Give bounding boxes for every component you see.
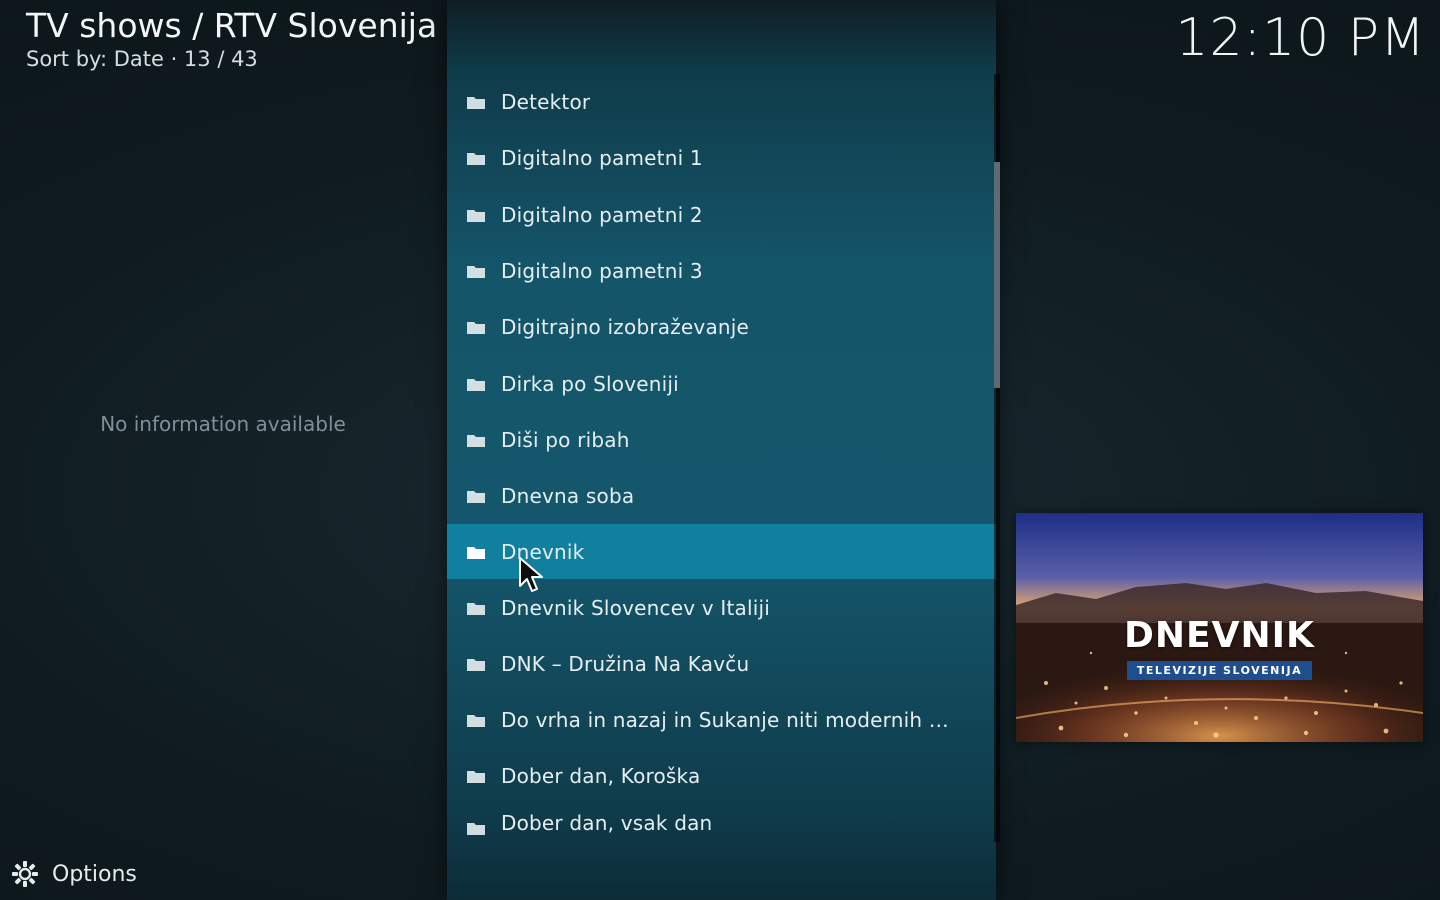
options-button[interactable]: Options (10, 857, 137, 891)
folder-icon (467, 491, 485, 504)
folder-icon (467, 209, 485, 222)
folder-icon (467, 434, 485, 447)
list-panel: Detektor Digitalno pametni 1 Digitalno p… (447, 0, 996, 900)
list-item[interactable]: DNK – Družina Na Kavču (447, 636, 996, 692)
folder-icon (467, 266, 485, 279)
list-item-label: DNK – Družina Na Kavču (501, 651, 750, 676)
list-item-label: Dober dan, vsak dan (501, 810, 713, 835)
thumbnail-subtitle-text: TELEVIZIJE SLOVENIJA (1126, 661, 1313, 680)
gear-icon (12, 861, 38, 887)
list-item[interactable]: Do vrha in nazaj in Sukanje niti moderni… (447, 692, 996, 748)
scrollbar-thumb[interactable] (994, 162, 1000, 388)
list-item-label: Digitalno pametni 1 (501, 146, 703, 171)
sort-info: Sort by: Date · 13 / 43 (26, 47, 258, 71)
list-item-label: Digitrajno izobraževanje (501, 315, 750, 340)
thumbnail-title: DNEVNIK (1124, 615, 1315, 656)
mouse-cursor-icon (519, 557, 543, 592)
folder-icon (467, 378, 485, 391)
folder-icon (467, 322, 485, 335)
list-item[interactable]: Dober dan, Koroška (447, 748, 996, 804)
list-item[interactable]: Digitalno pametni 2 (447, 187, 996, 243)
scrollbar[interactable] (994, 74, 1000, 842)
thumbnail-subtitle: TELEVIZIJE SLOVENIJA (1016, 659, 1423, 680)
list-item-label: Detektor (501, 90, 591, 115)
options-label: Options (52, 861, 137, 887)
show-list: Detektor Digitalno pametni 1 Digitalno p… (447, 74, 996, 835)
list-item-label: Digitalno pametni 2 (501, 202, 703, 227)
page-title: TV shows / RTV Slovenija (26, 6, 438, 45)
folder-icon (467, 153, 485, 166)
folder-icon (467, 658, 485, 671)
folder-icon (467, 822, 485, 835)
list-item-label: Diši po ribah (501, 427, 630, 452)
show-thumbnail: DNEVNIK TELEVIZIJE SLOVENIJA (1016, 513, 1423, 742)
list-item[interactable]: Digitalno pametni 3 (447, 243, 996, 299)
list-item[interactable]: Dnevna soba (447, 468, 996, 524)
folder-icon (467, 771, 485, 784)
info-text: No information available (100, 412, 346, 436)
list-item[interactable]: Diši po ribah (447, 412, 996, 468)
list-item[interactable]: Digitrajno izobraževanje (447, 299, 996, 355)
folder-icon (467, 715, 485, 728)
list-item-label: Do vrha in nazaj in Sukanje niti moderni… (501, 708, 951, 733)
folder-icon (467, 602, 485, 615)
list-item[interactable]: Dirka po Sloveniji (447, 355, 996, 411)
list-item[interactable]: Digitalno pametni 1 (447, 130, 996, 186)
list-item-label: Dirka po Sloveniji (501, 371, 679, 396)
list-item[interactable]: Detektor (447, 74, 996, 130)
list-item-label: Dnevna soba (501, 484, 635, 509)
list-item[interactable]: Dober dan, vsak dan (447, 805, 996, 835)
folder-icon (467, 546, 485, 559)
list-item-label: Dnevnik Slovencev v Italiji (501, 595, 771, 620)
clock: 12:10 PM (1175, 8, 1426, 68)
list-item-label: Digitalno pametni 3 (501, 259, 703, 284)
list-item-label: Dober dan, Koroška (501, 764, 701, 789)
folder-icon (467, 97, 485, 110)
